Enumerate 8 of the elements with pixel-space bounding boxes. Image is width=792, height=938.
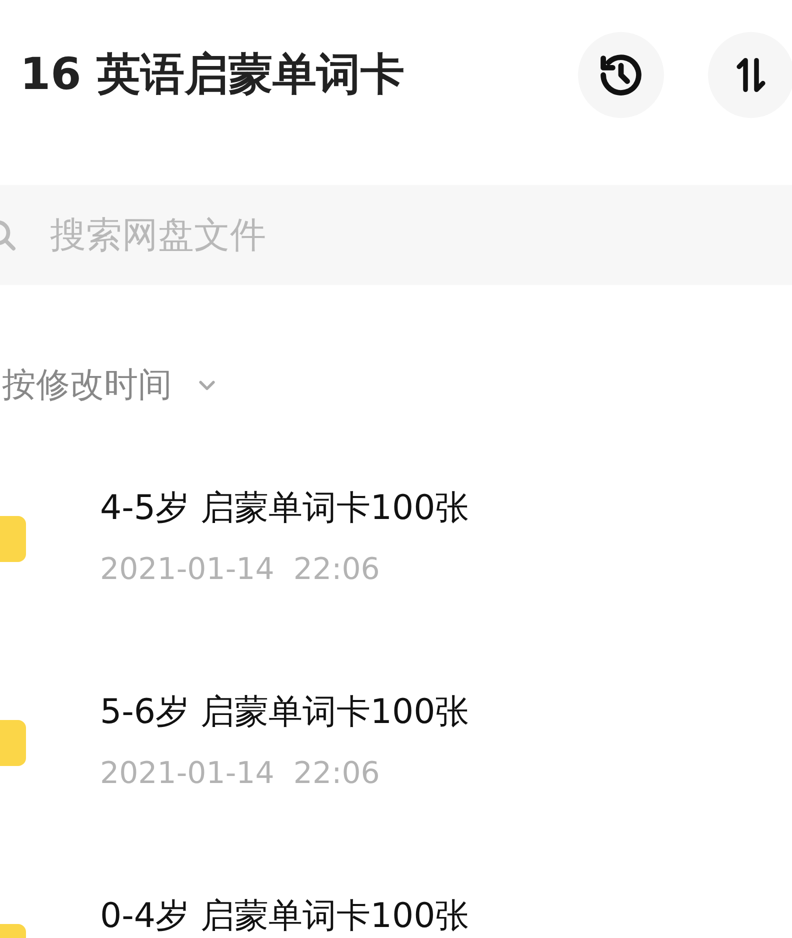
modified-date: 2021-01-14 22:06 [100,755,381,793]
file-name[interactable]: 0-4岁 启蒙单词卡100张 [100,896,470,936]
modified-date: 2021-01-14 22:06 [100,551,381,589]
sort-dropdown[interactable]: 按修改时间 [2,360,218,410]
file-name[interactable]: 4-5岁 启蒙单词卡100张 [100,488,470,528]
page-title: 16 英语启蒙单词卡 [20,48,405,102]
file-name[interactable]: 5-6岁 启蒙单词卡100张 [100,692,470,732]
search-field[interactable]: 搜索网盘文件 [0,185,792,285]
